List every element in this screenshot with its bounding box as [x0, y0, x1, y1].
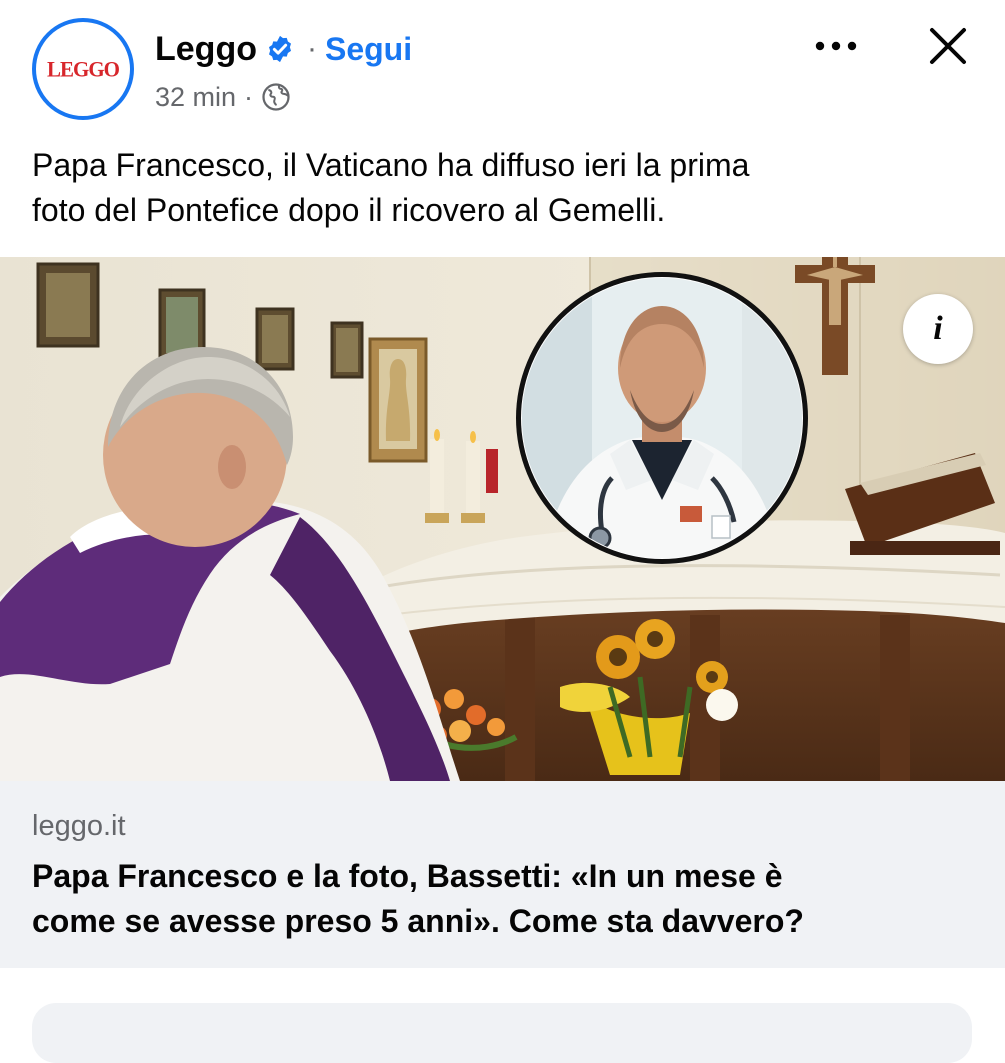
link-title-line: come se avesse preso 5 anni». Come sta d… [32, 903, 804, 939]
inset-portrait [516, 272, 808, 564]
follow-button[interactable]: Segui [325, 31, 412, 68]
meta-separator: · [244, 81, 254, 112]
close-icon [930, 28, 966, 64]
caption-line: foto del Pontefice dopo il ricovero al G… [32, 192, 666, 228]
verified-badge-icon [268, 35, 291, 63]
info-button[interactable]: i [903, 294, 973, 364]
page-name[interactable]: Leggo [155, 30, 257, 69]
separator-dot: · [306, 32, 317, 65]
globe-icon [262, 83, 290, 111]
leggo-logo: LEGGO [46, 55, 120, 82]
link-title[interactable]: Papa Francesco e la foto, Bassetti: «In … [32, 854, 977, 944]
link-title-line: Papa Francesco e la foto, Bassetti: «In … [32, 858, 783, 894]
link-domain[interactable]: leggo.it [32, 810, 126, 843]
more-options-button[interactable] [810, 26, 862, 66]
post-meta: 32 min · [155, 79, 291, 115]
chapel-photo [0, 257, 1005, 781]
post-header: LEGGO Leggo · Segui 32 min · [0, 0, 1005, 140]
comment-box[interactable] [32, 1003, 972, 1063]
post-caption: Papa Francesco, il Vaticano ha diffuso i… [32, 143, 972, 233]
page-avatar[interactable]: LEGGO [32, 18, 134, 120]
post-time[interactable]: 32 min [155, 82, 236, 113]
more-dots-icon [815, 41, 857, 51]
close-button[interactable] [922, 20, 974, 72]
name-row: Leggo · Segui [155, 24, 412, 74]
post-photo[interactable] [0, 257, 1005, 781]
caption-line: Papa Francesco, il Vaticano ha diffuso i… [32, 147, 750, 183]
